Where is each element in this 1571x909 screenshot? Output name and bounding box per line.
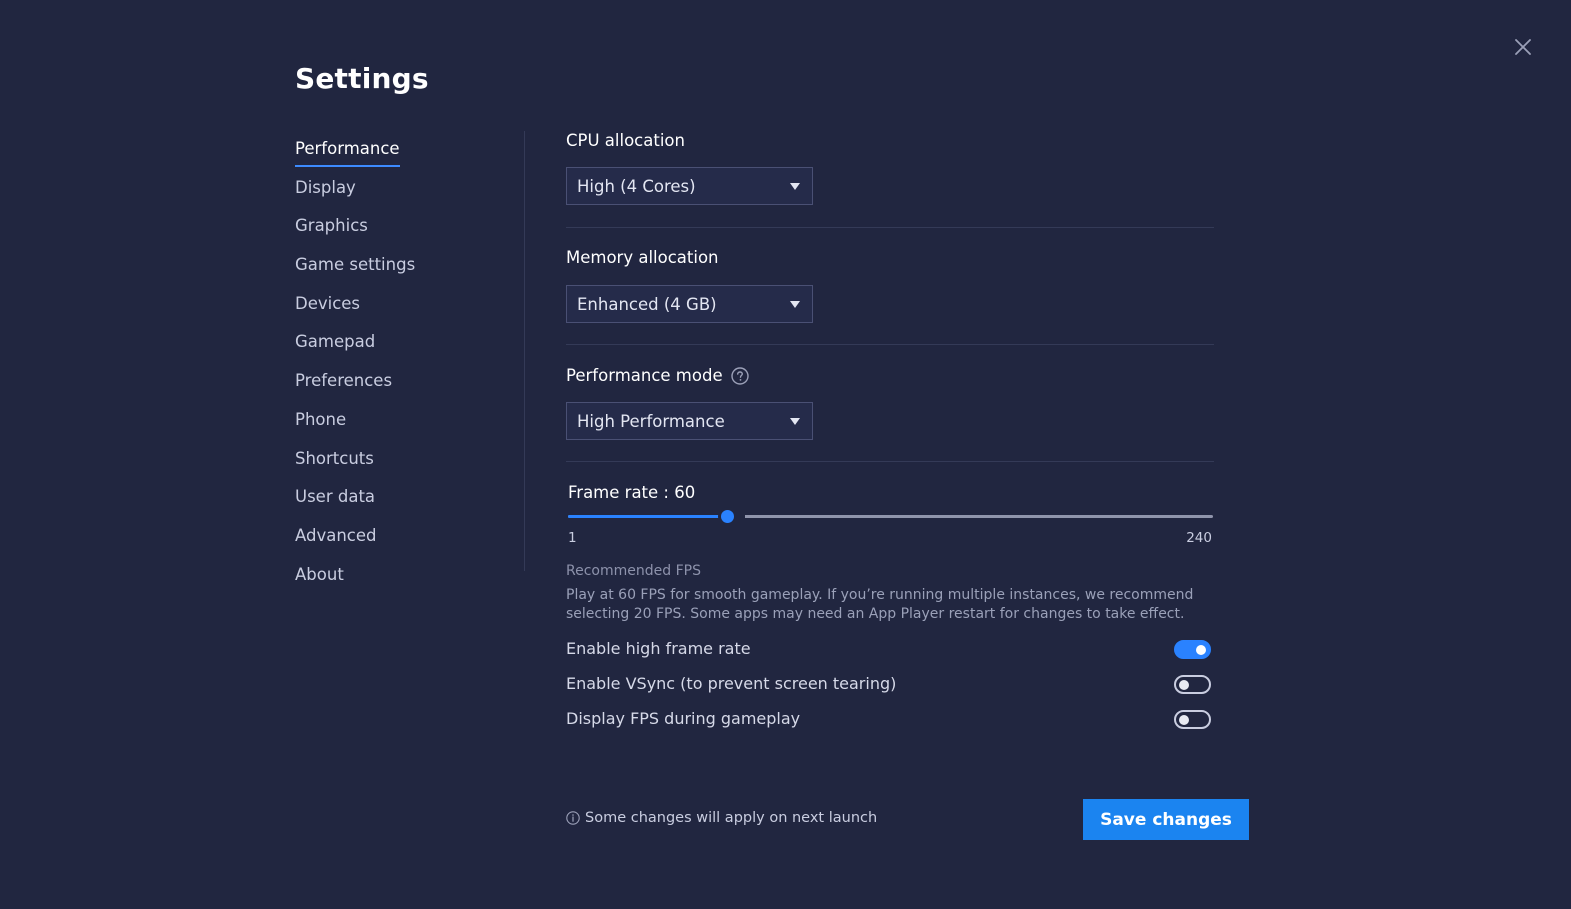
sidebar-item-user-data[interactable]: User data [295,480,515,519]
section-divider [566,227,1214,228]
toggle-knob [1179,679,1189,690]
toggle-knob [1196,644,1206,655]
sidebar-item-performance[interactable]: Performance [295,132,515,171]
sidebar-item-graphics[interactable]: Graphics [295,209,515,248]
sidebar-item-label: Advanced [295,525,377,545]
slider-max-label: 240 [1186,530,1212,546]
slider-min-label: 1 [568,530,577,546]
toggle-knob [1179,714,1189,725]
close-icon[interactable] [1510,34,1536,60]
frame-rate-label: Frame rate : 60 [568,483,696,502]
info-circle-icon [566,811,580,829]
sidebar-divider [524,131,525,571]
sidebar-item-shortcuts[interactable]: Shortcuts [295,442,515,481]
chevron-down-icon [790,301,800,308]
save-changes-button[interactable]: Save changes [1083,799,1249,840]
sidebar-item-label: Phone [295,409,347,429]
toggle-label: Enable high frame rate [566,639,751,658]
performance-mode-select[interactable]: High Performance [566,402,813,440]
recommended-fps-text: Play at 60 FPS for smooth gameplay. If y… [566,587,1194,622]
question-circle-icon[interactable] [731,367,749,385]
cpu-allocation-label: CPU allocation [566,131,685,150]
sidebar-item-label: Shortcuts [295,448,374,468]
sidebar-item-label: User data [295,487,376,507]
frame-rate-slider[interactable] [568,506,1213,526]
sidebar-item-label: Preferences [295,371,393,391]
recommended-fps-title: Recommended FPS [566,563,701,579]
memory-allocation-value: Enhanced (4 GB) [577,295,717,314]
sidebar-item-label: Gamepad [295,332,376,352]
chevron-down-icon [790,183,800,190]
vsync-toggle[interactable] [1174,675,1211,694]
sidebar-item-phone[interactable]: Phone [295,403,515,442]
performance-mode-value: High Performance [577,412,725,431]
sidebar-item-label: Devices [295,293,361,313]
sidebar-item-label: Graphics [295,216,368,236]
restart-note: Some changes will apply on next launch [566,810,877,829]
sidebar-item-label: About [295,564,344,584]
memory-allocation-label: Memory allocation [566,248,719,267]
sidebar-item-label: Game settings [295,255,416,275]
settings-sidebar: Performance Display Graphics Game settin… [295,132,515,596]
high-frame-rate-toggle[interactable] [1174,640,1211,659]
chevron-down-icon [790,418,800,425]
toggle-label: Enable VSync (to prevent screen tearing) [566,674,897,693]
settings-page: Settings Performance Display Graphics Ga… [0,0,1571,909]
slider-gap [735,512,745,521]
sidebar-item-gamepad[interactable]: Gamepad [295,325,515,364]
slider-thumb[interactable] [717,507,737,526]
section-divider [566,461,1214,462]
sidebar-item-devices[interactable]: Devices [295,287,515,326]
toggle-row-high-frame-rate: Enable high frame rate [566,637,1211,661]
cpu-allocation-select[interactable]: High (4 Cores) [566,167,813,205]
toggle-row-display-fps: Display FPS during gameplay [566,707,1211,731]
memory-allocation-select[interactable]: Enhanced (4 GB) [566,285,813,323]
toggle-label: Display FPS during gameplay [566,709,801,728]
sidebar-item-display[interactable]: Display [295,171,515,210]
slider-fill [568,515,727,518]
sidebar-item-advanced[interactable]: Advanced [295,519,515,558]
display-fps-toggle[interactable] [1174,710,1211,729]
sidebar-item-preferences[interactable]: Preferences [295,364,515,403]
restart-note-text: Some changes will apply on next launch [585,810,878,826]
sidebar-item-about[interactable]: About [295,558,515,597]
sidebar-item-label: Display [295,177,356,197]
sidebar-item-label: Performance [295,134,400,167]
section-divider [566,344,1214,345]
sidebar-item-game-settings[interactable]: Game settings [295,248,515,287]
performance-mode-label: Performance mode [566,366,723,385]
cpu-allocation-value: High (4 Cores) [577,177,696,196]
page-title: Settings [295,62,429,95]
toggle-row-vsync: Enable VSync (to prevent screen tearing) [566,672,1211,696]
